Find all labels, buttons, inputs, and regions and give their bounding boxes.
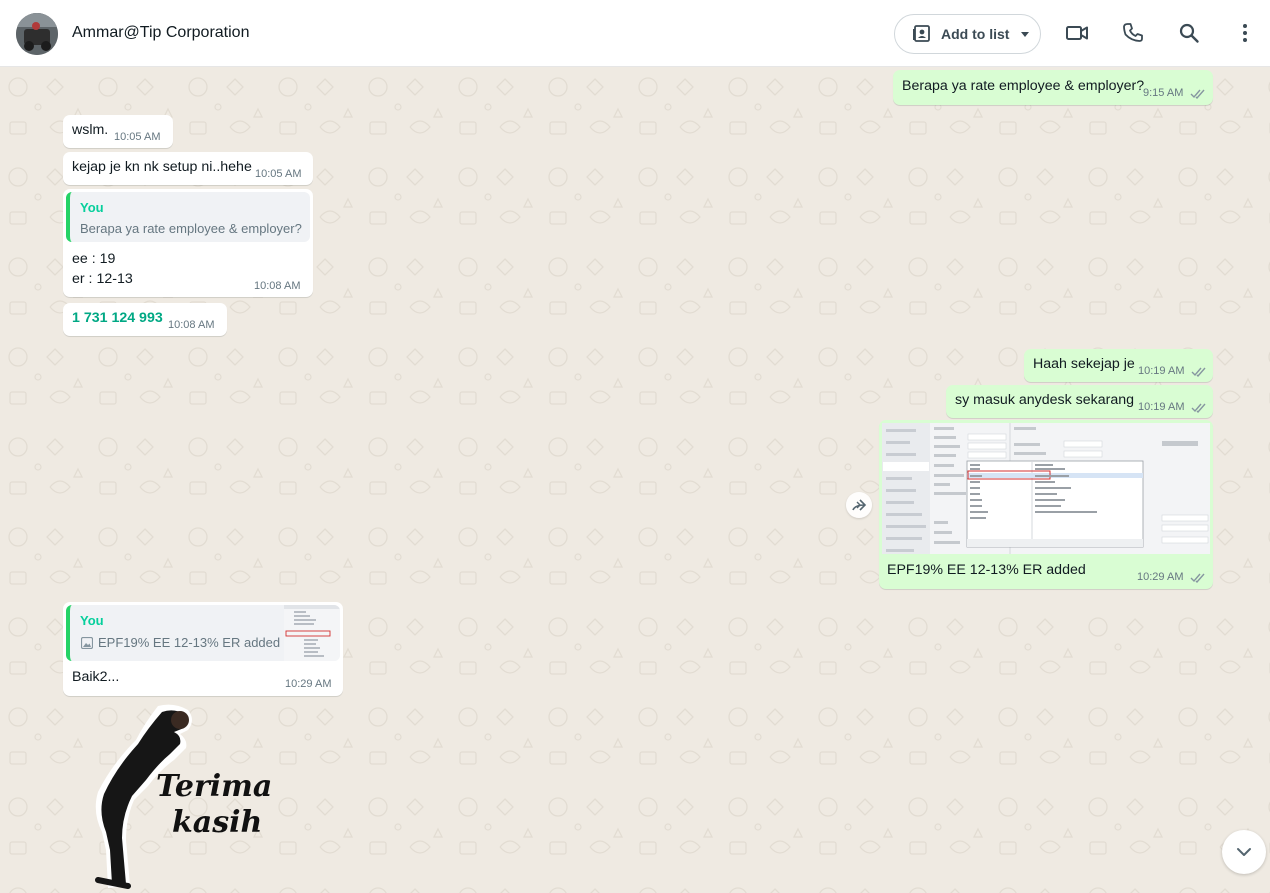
message-time: 10:08 AM — [168, 319, 215, 331]
chat-header: Ammar@Tip Corporation Add to list — [0, 0, 1270, 67]
forward-icon — [852, 499, 867, 511]
message-text-line: ee : 19 — [72, 251, 116, 267]
phone-number-link[interactable]: 1 731 124 993 — [72, 310, 163, 326]
message-bubble-incoming-reply[interactable]: You Berapa ya rate employee & employer? … — [63, 189, 313, 297]
quote-image-thumbnail — [284, 605, 340, 661]
message-text: Haah sekejap je — [1033, 356, 1135, 372]
message-text-line: er : 12-13 — [72, 271, 133, 287]
contact-list-icon — [913, 25, 930, 42]
read-receipt-icon — [1190, 573, 1205, 583]
quote-author: You — [80, 613, 104, 628]
video-call-icon[interactable] — [1065, 21, 1089, 45]
forward-button[interactable] — [846, 492, 872, 518]
quote-text: EPF19% EE 12-13% ER added — [98, 635, 281, 650]
sticker-text-line: kasih — [172, 805, 263, 840]
quoted-message[interactable]: You Berapa ya rate employee & employer? — [66, 192, 310, 242]
quote-author: You — [80, 200, 104, 215]
quote-text: Berapa ya rate employee & employer? — [80, 221, 302, 236]
message-time: 10:19 AM — [1138, 365, 1185, 377]
message-time: 10:29 AM — [1137, 571, 1184, 583]
message-time: 9:15 AM — [1143, 87, 1184, 99]
search-icon[interactable] — [1177, 21, 1201, 45]
message-bubble-outgoing[interactable]: sy masuk anydesk sekarang 10:19 AM — [946, 385, 1213, 418]
message-time: 10:08 AM — [254, 280, 301, 292]
epf-settings-screenshot — [882, 423, 1210, 554]
conversation-panel[interactable]: Berapa ya rate employee & employer? 9:15… — [0, 67, 1270, 893]
message-time: 10:29 AM — [285, 678, 332, 690]
chevron-down-icon — [1237, 848, 1251, 856]
voice-call-icon[interactable] — [1121, 21, 1145, 45]
message-time: 10:05 AM — [255, 168, 302, 180]
message-bubble-outgoing[interactable]: Berapa ya rate employee & employer? 9:15… — [893, 70, 1213, 105]
message-text: wslm. — [72, 122, 109, 138]
message-bubble-incoming[interactable]: kejap je kn nk setup ni..hehe 10:05 AM — [63, 152, 313, 185]
chat-title[interactable]: Ammar@Tip Corporation — [72, 24, 249, 42]
quoted-message[interactable]: You EPF19% EE 12-13% ER added — [66, 605, 340, 661]
sticker-text-line: Terima — [156, 769, 273, 804]
image-caption: EPF19% EE 12-13% ER added — [887, 562, 1086, 578]
sticker-message[interactable]: Terima kasih — [78, 700, 272, 890]
screenshot-image[interactable] — [882, 423, 1210, 554]
message-bubble-incoming-reply[interactable]: You EPF19% EE 12-13% ER added Baik2... 1… — [63, 602, 343, 696]
read-receipt-icon — [1191, 403, 1206, 413]
contact-avatar[interactable] — [16, 13, 58, 55]
message-text: Baik2... — [72, 669, 120, 685]
message-bubble-outgoing[interactable]: Haah sekejap je 10:19 AM — [1024, 349, 1213, 382]
read-receipt-icon — [1190, 89, 1205, 99]
message-time: 10:05 AM — [114, 131, 161, 143]
message-text: Berapa ya rate employee & employer? — [902, 78, 1145, 94]
message-bubble-incoming[interactable]: wslm. 10:05 AM — [63, 115, 173, 148]
message-bubble-outgoing-image[interactable]: EPF19% EE 12-13% ER added 10:29 AM — [879, 420, 1213, 589]
more-options-icon[interactable] — [1233, 21, 1257, 45]
message-bubble-incoming[interactable]: 1 731 124 993 10:08 AM — [63, 303, 227, 336]
message-text: sy masuk anydesk sekarang — [955, 392, 1135, 408]
message-time: 10:19 AM — [1138, 401, 1185, 413]
scroll-to-bottom-button[interactable] — [1222, 830, 1266, 874]
add-to-list-label: Add to list — [941, 26, 1010, 42]
read-receipt-icon — [1191, 367, 1206, 377]
photo-icon — [81, 637, 93, 649]
message-text: kejap je kn nk setup ni..hehe — [72, 159, 252, 175]
add-to-list-button[interactable]: Add to list — [894, 14, 1041, 54]
chevron-down-icon — [1021, 31, 1030, 37]
